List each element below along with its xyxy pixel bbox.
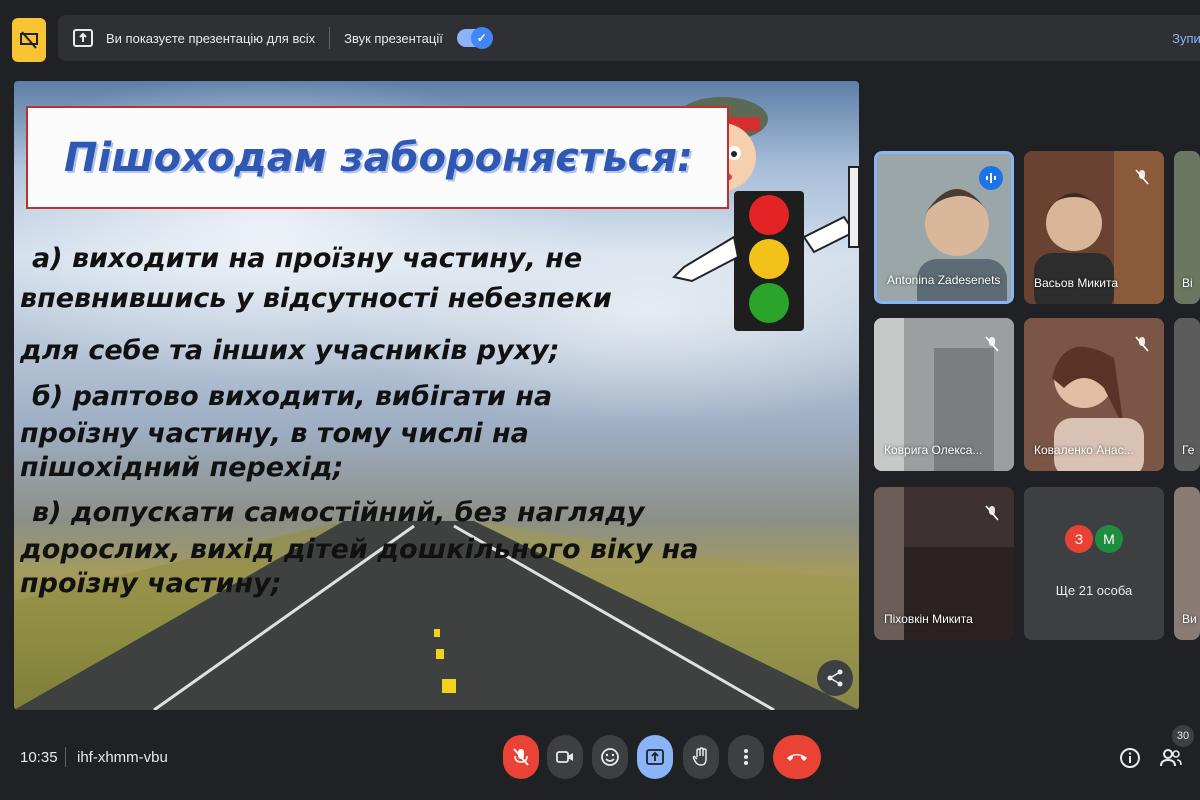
info-icon [1120, 748, 1140, 768]
present-screen-icon [646, 749, 664, 765]
meeting-controls-bar: 10:35 ihf-xhmm-vbu 30 [0, 725, 1200, 795]
present-screen-icon [73, 29, 93, 47]
mic-off-icon [513, 748, 529, 766]
slide-line: проїзну частину, в тому числі на [20, 418, 529, 449]
slide-line: проїзну частину; [20, 568, 282, 599]
presentation-sound-toggle[interactable]: ✓ [456, 27, 493, 49]
slide-line: а) виходити на проїзну частину, не [32, 243, 583, 274]
participant-tile[interactable]: Ві [1174, 151, 1200, 304]
sound-label: Звук презентації [344, 30, 443, 46]
participant-name: Васьов Микита [1034, 276, 1118, 290]
camera-toggle-button[interactable] [547, 735, 583, 779]
leave-call-button[interactable] [773, 735, 821, 779]
slide-line: пішохідний перехід; [20, 452, 344, 483]
participant-name: Коврига Олекса... [884, 443, 983, 457]
presentation-indicator[interactable] [12, 18, 46, 62]
raise-hand-button[interactable] [683, 735, 719, 779]
mic-off-icon [1130, 332, 1154, 356]
participant-name: Ви [1182, 612, 1197, 626]
more-vert-icon [744, 749, 748, 765]
speaking-indicator-icon [979, 166, 1003, 190]
presentation-off-icon [20, 31, 38, 49]
meeting-code: ihf-xhmm-vbu [77, 749, 168, 766]
more-participants-label: Ще 21 особа [1055, 583, 1133, 598]
bottom-divider [65, 747, 66, 767]
check-icon: ✓ [470, 27, 493, 49]
mic-off-icon [980, 332, 1004, 356]
slide-body: а) виходити на проїзну частину, не впевн… [20, 239, 820, 601]
slide-line: впевнившись у відсутності небезпеки [20, 283, 612, 314]
people-icon [1160, 749, 1182, 767]
slide-line: дорослих, вихід дітей дошкільного віку н… [20, 534, 699, 565]
participant-tile[interactable]: Коврига Олекса... [874, 318, 1014, 471]
participant-name: Коваленко Анас... [1034, 443, 1134, 457]
stop-presenting-link[interactable]: Зупин [1172, 31, 1200, 46]
presenting-text: Ви показуєте презентацію для всіх [106, 30, 316, 46]
participant-name: Ге [1182, 443, 1195, 457]
meeting-time: 10:35 [20, 749, 58, 766]
slide-line: б) раптово виходити, вибігати на [32, 381, 553, 412]
present-now-button[interactable] [637, 735, 673, 779]
presentation-slide: Пішоходам забороняється: а) виходити на … [14, 81, 859, 710]
share-icon [827, 669, 843, 687]
presentation-banner-bar: Ви показуєте презентацію для всіх Звук п… [12, 12, 1200, 64]
participant-name: Antonina Zadesenets [887, 273, 1001, 287]
participant-name: Ві [1182, 276, 1193, 290]
participant-tile[interactable]: Васьов Микита [1024, 151, 1164, 304]
slide-title: Пішоходам забороняється: [64, 134, 694, 181]
participant-count-badge: 30 [1172, 725, 1194, 747]
more-participants-tile[interactable]: З М Ще 21 особа [1024, 487, 1164, 640]
participant-name: Піховкін Микита [884, 612, 973, 626]
meeting-details-button[interactable] [1117, 745, 1143, 771]
mic-toggle-button[interactable] [503, 735, 539, 779]
slide-line: в) допускати самостійний, без нагляду [32, 497, 645, 528]
mic-off-icon [980, 501, 1004, 525]
participant-tile[interactable]: Ви [1174, 487, 1200, 640]
avatar: М [1095, 525, 1123, 553]
participant-tile[interactable]: Ге [1174, 318, 1200, 471]
participant-tile[interactable]: Коваленко Анас... [1024, 318, 1164, 471]
banner-divider [329, 27, 331, 49]
participant-tile[interactable]: Піховкін Микита [874, 487, 1014, 640]
reactions-button[interactable] [592, 735, 628, 779]
hang-up-icon [787, 754, 807, 761]
avatar: З [1065, 525, 1093, 553]
more-options-button[interactable] [728, 735, 764, 779]
camera-icon [556, 751, 573, 763]
people-button[interactable] [1158, 745, 1184, 771]
mic-off-icon [1130, 165, 1154, 189]
hand-icon [692, 747, 707, 766]
more-avatars: З М [1024, 525, 1164, 553]
participant-tile[interactable]: Antonina Zadesenets [874, 151, 1014, 304]
slide-line: для себе та інших учасників руху; [20, 335, 560, 366]
slide-title-box: Пішоходам забороняється: [26, 106, 729, 209]
emoji-icon [601, 748, 619, 766]
share-button[interactable] [817, 660, 853, 696]
presenting-banner: Ви показуєте презентацію для всіх Звук п… [58, 15, 1200, 61]
